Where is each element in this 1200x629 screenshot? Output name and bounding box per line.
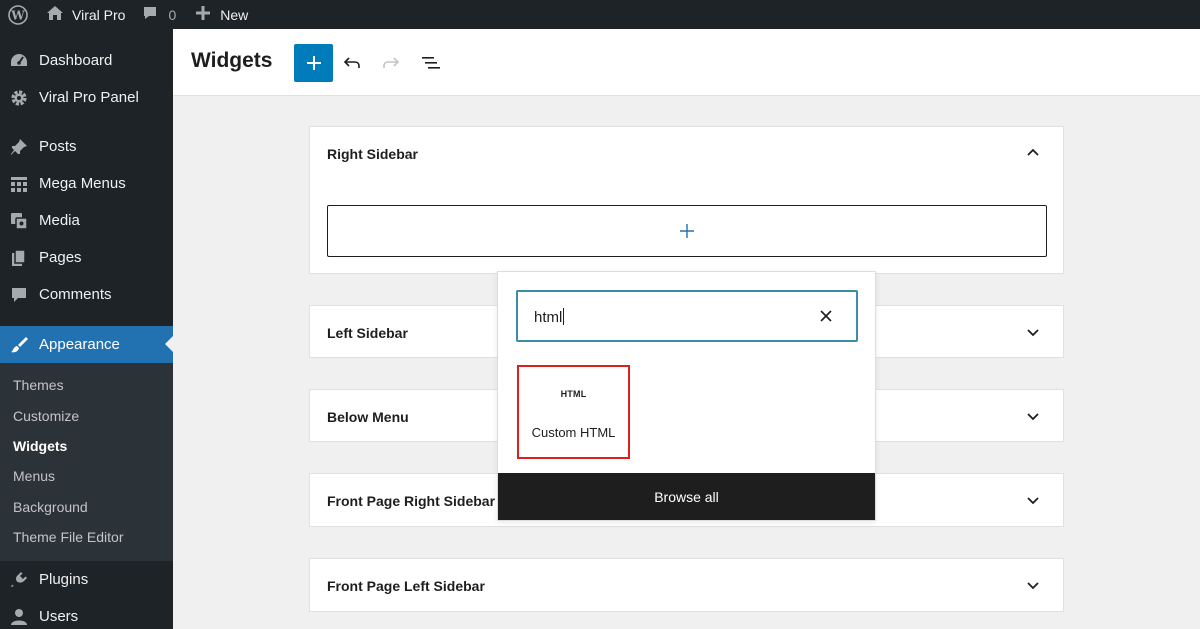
comments-link[interactable]: 0 (142, 0, 176, 29)
chevron-down-icon (1027, 497, 1039, 505)
list-view-icon (422, 57, 440, 69)
svg-text:W: W (10, 8, 25, 22)
sidebar-item-plugins[interactable]: Plugins (0, 561, 173, 598)
sidebar-item-pages[interactable]: Pages (0, 239, 173, 276)
sidebar-item-dashboard[interactable]: Dashboard (0, 42, 173, 79)
admin-bar: W Viral Pro 0 New (0, 0, 1200, 29)
site-name-link[interactable]: Viral Pro (46, 0, 125, 29)
chevron-down-icon (1027, 582, 1039, 590)
expand-toggle-button[interactable] (1025, 578, 1041, 594)
block-result-label: Custom HTML (531, 425, 616, 440)
close-icon (820, 310, 832, 322)
sidebar-item-label: Pages (39, 249, 82, 266)
quick-inserter-popover: html HTML Custom HTML Browse all (497, 271, 876, 521)
block-appender-button[interactable] (327, 205, 1047, 257)
page-title: Widgets (191, 49, 273, 72)
block-inserter-toggle-button[interactable] (294, 44, 333, 82)
undo-button[interactable] (337, 48, 367, 78)
widget-area-front-page-left-sidebar[interactable]: Front Page Left Sidebar (309, 558, 1064, 612)
plus-icon (306, 56, 321, 70)
plus-icon (196, 6, 211, 23)
expand-toggle-button[interactable] (1025, 325, 1041, 341)
sidebar-item-label: Comments (39, 286, 112, 303)
sidebar-item-label: Mega Menus (39, 175, 126, 192)
new-content-link[interactable]: New (196, 0, 248, 29)
chevron-up-icon (1027, 148, 1039, 156)
submenu-item-widgets[interactable]: Widgets (13, 436, 67, 456)
widget-area-title: Below Menu (327, 409, 409, 425)
sidebar-item-label: Dashboard (39, 52, 113, 69)
paintbrush-icon (9, 335, 29, 355)
sidebar-item-label: Users (39, 608, 79, 625)
new-label: New (220, 6, 249, 23)
sidebar-item-label: Media (39, 212, 80, 229)
text-caret (563, 308, 565, 325)
list-view-button[interactable] (416, 48, 446, 78)
submenu-item-theme-file-editor[interactable]: Theme File Editor (13, 527, 123, 547)
comments-count: 0 (168, 6, 177, 23)
sidebar-item-mega-menus[interactable]: Mega Menus (0, 165, 173, 202)
expand-toggle-button[interactable] (1025, 493, 1041, 509)
sidebar-item-users[interactable]: Users (0, 598, 173, 629)
dashboard-icon (9, 51, 29, 71)
editor-header: Widgets (173, 29, 1200, 96)
sidebar-item-label: Posts (39, 138, 77, 155)
browse-all-button[interactable]: Browse all (498, 473, 875, 520)
search-value-text: html (534, 309, 563, 326)
user-icon (9, 607, 29, 627)
plug-icon (9, 570, 29, 590)
sidebar-item-label: Appearance (39, 336, 120, 353)
admin-sidebar: Dashboard Viral Pro Panel Posts Mega Men… (0, 29, 173, 629)
collapse-toggle-button[interactable] (1025, 144, 1041, 160)
submenu-item-background[interactable]: Background (13, 497, 88, 517)
widget-area-right-sidebar: Right Sidebar (309, 126, 1064, 274)
undo-icon (343, 57, 360, 68)
site-name-label: Viral Pro (72, 6, 126, 23)
expand-toggle-button[interactable] (1025, 409, 1041, 425)
sidebar-item-comments[interactable]: Comments (0, 276, 173, 313)
sidebar-item-posts[interactable]: Posts (0, 128, 173, 165)
redo-button[interactable] (376, 48, 406, 78)
gear-icon (9, 88, 29, 108)
appearance-submenu: Themes Customize Widgets Menus Backgroun… (0, 363, 173, 561)
html-block-icon: HTML (560, 389, 587, 399)
search-input-value: html (534, 308, 565, 326)
submenu-item-menus[interactable]: Menus (13, 466, 55, 486)
pages-icon (9, 248, 29, 268)
chevron-down-icon (1027, 329, 1039, 337)
pushpin-icon (9, 137, 29, 157)
grid-icon (9, 174, 29, 194)
widget-area-title[interactable]: Right Sidebar (327, 146, 418, 162)
submenu-item-customize[interactable]: Customize (13, 406, 79, 426)
sidebar-item-media[interactable]: Media (0, 202, 173, 239)
widget-area-title: Front Page Right Sidebar (327, 493, 496, 509)
sidebar-item-label: Plugins (39, 571, 89, 588)
submenu-item-themes[interactable]: Themes (13, 375, 64, 395)
clear-search-button[interactable] (816, 306, 836, 326)
block-search-input[interactable]: html (516, 290, 858, 342)
widget-area-title: Left Sidebar (327, 325, 408, 341)
media-icon (9, 211, 29, 231)
sidebar-item-appearance[interactable]: Appearance (0, 326, 173, 363)
active-indicator (165, 336, 173, 352)
wordpress-logo-button[interactable]: W (0, 0, 36, 29)
sidebar-item-viral-pro-panel[interactable]: Viral Pro Panel (0, 79, 173, 116)
home-icon (46, 5, 64, 24)
comment-icon (9, 285, 29, 305)
wordpress-logo-icon: W (8, 4, 28, 25)
widget-area-title: Front Page Left Sidebar (327, 578, 485, 594)
redo-icon (383, 57, 400, 68)
comment-bubble-icon (142, 5, 158, 24)
block-result-custom-html[interactable]: HTML Custom HTML (517, 365, 630, 459)
plus-icon (680, 224, 694, 238)
chevron-down-icon (1027, 413, 1039, 421)
sidebar-item-label: Viral Pro Panel (39, 89, 139, 106)
